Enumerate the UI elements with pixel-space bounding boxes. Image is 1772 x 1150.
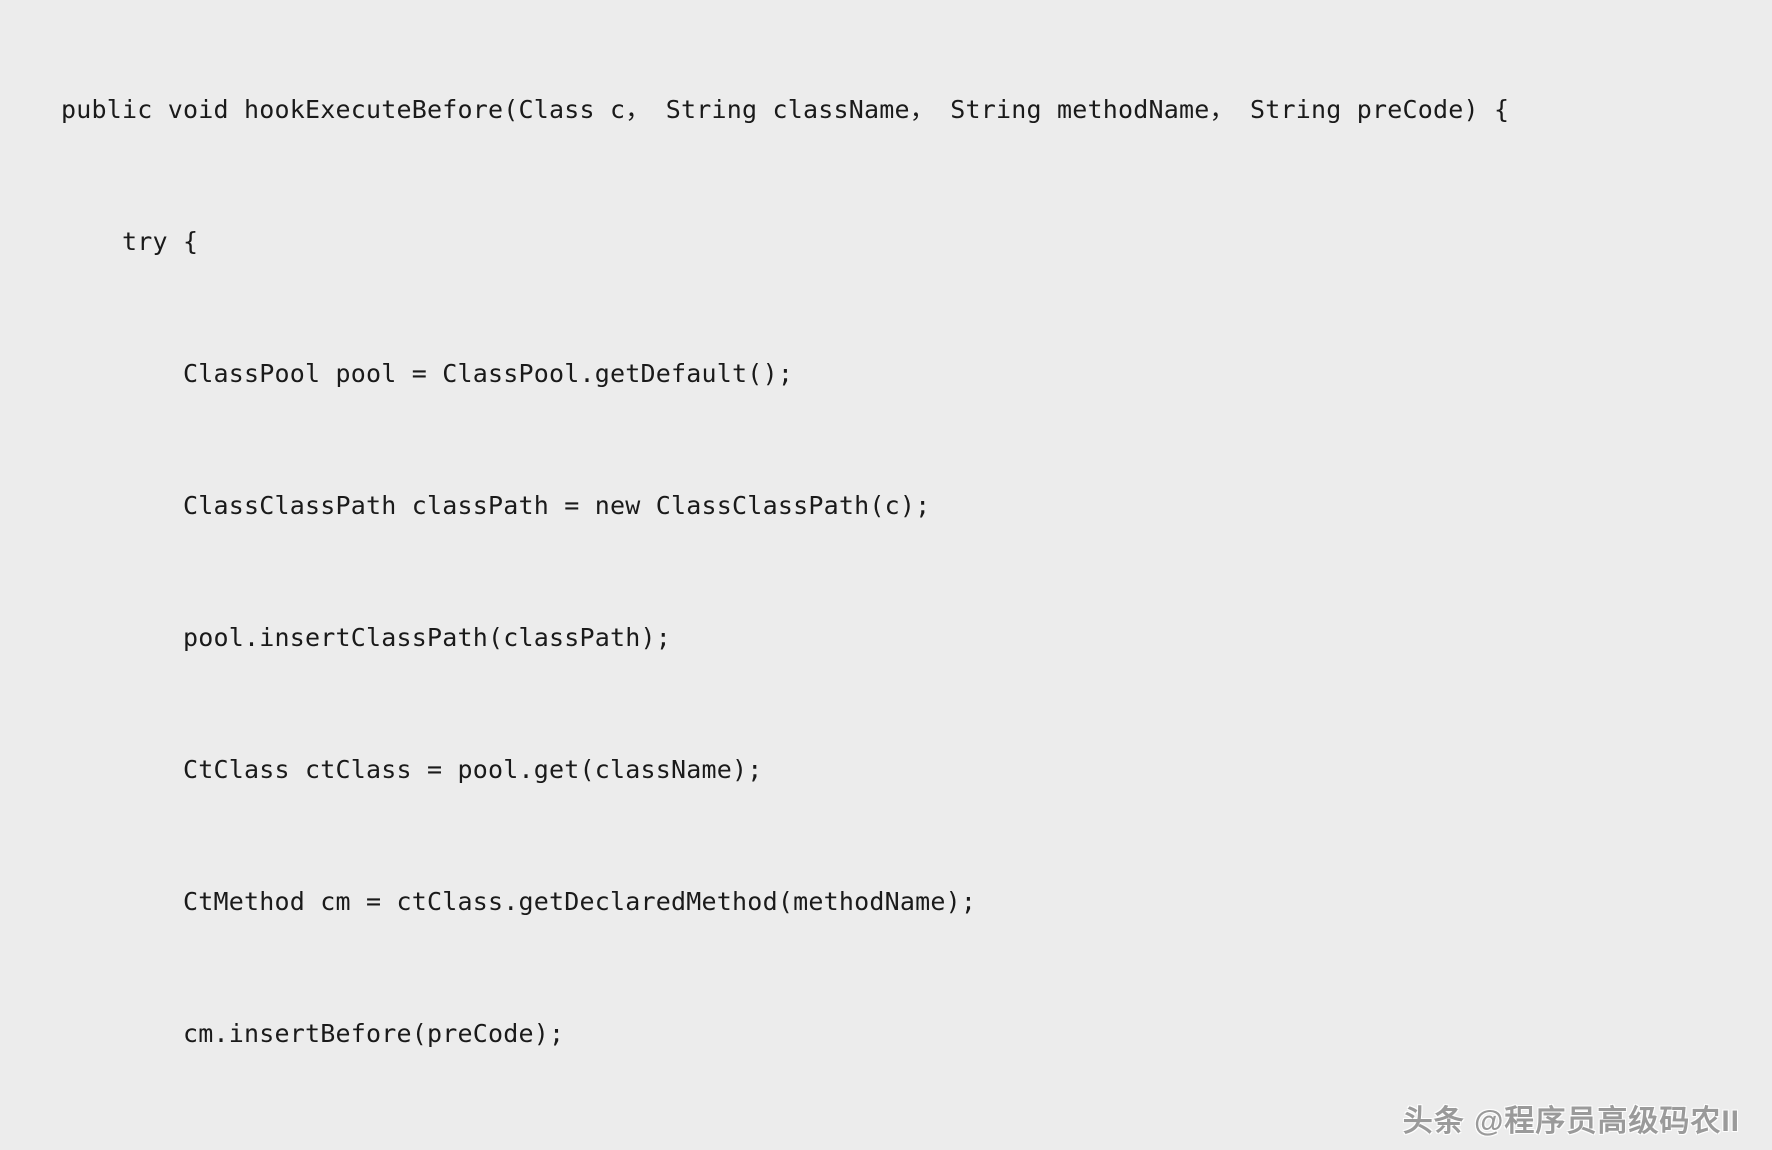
code-line: CtMethod cm = ctClass.getDeclaredMethod(… <box>0 880 1772 924</box>
code-line: try { <box>0 220 1772 264</box>
code-line: CtClass ctClass = pool.get(className); <box>0 748 1772 792</box>
code-line: ctClass.writeFile(); <box>0 1144 1772 1150</box>
watermark-text: 头条 @程序员高级码农II <box>1403 1096 1740 1140</box>
code-block: public void hookExecuteBefore(Class c， S… <box>0 0 1772 1150</box>
code-line: ClassPool pool = ClassPool.getDefault(); <box>0 352 1772 396</box>
code-line: cm.insertBefore(preCode); <box>0 1012 1772 1056</box>
code-line: ClassClassPath classPath = new ClassClas… <box>0 484 1772 528</box>
code-line: pool.insertClassPath(classPath); <box>0 616 1772 660</box>
code-line: public void hookExecuteBefore(Class c， S… <box>0 88 1772 132</box>
